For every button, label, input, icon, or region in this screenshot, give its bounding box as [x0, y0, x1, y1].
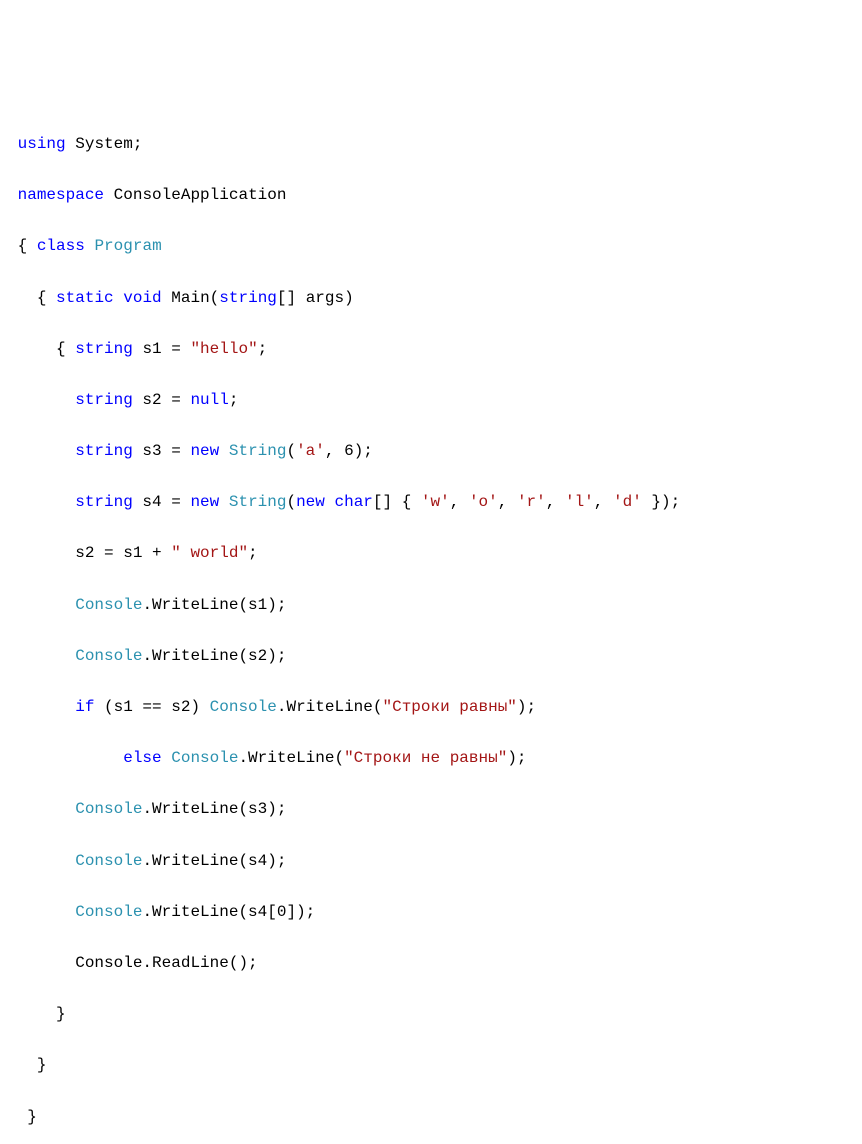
var-assign: s2 = [133, 391, 191, 409]
string-literal: "hello" [190, 340, 257, 358]
method-call: .WriteLine(s1); [142, 596, 286, 614]
brace: } [37, 1056, 47, 1074]
char-literal: 'l' [565, 493, 594, 511]
semicolon: ; [133, 135, 143, 153]
string-literal: " world" [171, 544, 248, 562]
brace: } [56, 1005, 66, 1023]
close: ); [517, 698, 536, 716]
keyword-class: class [37, 237, 85, 255]
type-name: Program [94, 237, 161, 255]
keyword-using: using [18, 135, 66, 153]
char-literal: 'r' [517, 493, 546, 511]
type-name: Console [75, 800, 142, 818]
code-line: if (s1 == s2) Console.WriteLine("Строки … [8, 695, 854, 721]
type-name: String [229, 442, 287, 460]
keyword-char: char [335, 493, 373, 511]
method-call: Console.ReadLine(); [75, 954, 257, 972]
code-line: s2 = s1 + " world"; [8, 541, 854, 567]
method-call: .WriteLine( [277, 698, 383, 716]
type-name: String [229, 493, 287, 511]
keyword-if: if [75, 698, 94, 716]
keyword-namespace: namespace [18, 186, 104, 204]
paren: ( [286, 493, 296, 511]
char-literal: 'w' [421, 493, 450, 511]
close: }); [642, 493, 680, 511]
code-line: using System; [8, 132, 854, 158]
type-name: Console [75, 596, 142, 614]
code-line: Console.ReadLine(); [8, 951, 854, 977]
condition: (s1 == s2) [94, 698, 209, 716]
method-call: .WriteLine(s4); [142, 852, 286, 870]
code-line: } [8, 1002, 854, 1028]
keyword-string: string [75, 493, 133, 511]
code-line: { string s1 = "hello"; [8, 337, 854, 363]
keyword-null: null [190, 391, 228, 409]
keyword-string: string [75, 340, 133, 358]
char-literal: 'd' [613, 493, 642, 511]
code-line: { static void Main(string[] args) [8, 286, 854, 312]
code-line: else Console.WriteLine("Строки не равны"… [8, 746, 854, 772]
keyword-void: void [123, 289, 161, 307]
code-line: string s3 = new String('a', 6); [8, 439, 854, 465]
var-assign: s3 = [133, 442, 191, 460]
method-call: .WriteLine( [238, 749, 344, 767]
keyword-string: string [75, 391, 133, 409]
brace: { [37, 289, 47, 307]
var-assign: s1 = [133, 340, 191, 358]
code-line: { class Program [8, 234, 854, 260]
keyword-static: static [56, 289, 114, 307]
method-name: Main [171, 289, 209, 307]
type-name: Console [171, 749, 238, 767]
keyword-string: string [75, 442, 133, 460]
code-line: string s2 = null; [8, 388, 854, 414]
type-name: Console [75, 852, 142, 870]
char-literal: 'a' [296, 442, 325, 460]
type-name: Console [210, 698, 277, 716]
type-name: Console [75, 647, 142, 665]
code-line: Console.WriteLine(s1); [8, 593, 854, 619]
semicolon: ; [258, 340, 268, 358]
char-literal: 'o' [469, 493, 498, 511]
code-line: Console.WriteLine(s4[0]); [8, 900, 854, 926]
string-literal: "Строки равны" [382, 698, 516, 716]
var-assign: s4 = [133, 493, 191, 511]
code-line: } [8, 1053, 854, 1079]
semicolon: ; [363, 442, 373, 460]
brace: { [56, 340, 66, 358]
keyword-else: else [123, 749, 161, 767]
paren: ) [344, 289, 354, 307]
array-init: [] { [373, 493, 421, 511]
paren: ( [286, 442, 296, 460]
semicolon: ; [248, 544, 258, 562]
close: ); [507, 749, 526, 767]
code-content: using System; namespace ConsoleApplicati… [8, 106, 854, 1144]
code-line: Console.WriteLine(s2); [8, 644, 854, 670]
type-name: Console [75, 903, 142, 921]
code-line: Console.WriteLine(s3); [8, 797, 854, 823]
keyword-string: string [219, 289, 277, 307]
keyword-new: new [190, 493, 219, 511]
keyword-new: new [296, 493, 325, 511]
method-call: .WriteLine(s2); [142, 647, 286, 665]
paren: ( [210, 289, 220, 307]
method-call: .WriteLine(s3); [142, 800, 286, 818]
array-brackets: [] [277, 289, 296, 307]
method-call: .WriteLine(s4[0]); [142, 903, 315, 921]
identifier: ConsoleApplication [114, 186, 287, 204]
brace: } [27, 1108, 37, 1126]
code-line: } [8, 1105, 854, 1131]
keyword-new: new [190, 442, 219, 460]
expression: s2 = s1 + [75, 544, 171, 562]
param: args [296, 289, 344, 307]
args: , 6) [325, 442, 363, 460]
semicolon: ; [229, 391, 239, 409]
code-line: Console.WriteLine(s4); [8, 849, 854, 875]
code-line: namespace ConsoleApplication [8, 183, 854, 209]
code-editor: using System; namespace ConsoleApplicati… [8, 106, 854, 1144]
brace: { [18, 237, 28, 255]
string-literal: "Строки не равны" [344, 749, 507, 767]
code-line: string s4 = new String(new char[] { 'w',… [8, 490, 854, 516]
identifier: System [75, 135, 133, 153]
